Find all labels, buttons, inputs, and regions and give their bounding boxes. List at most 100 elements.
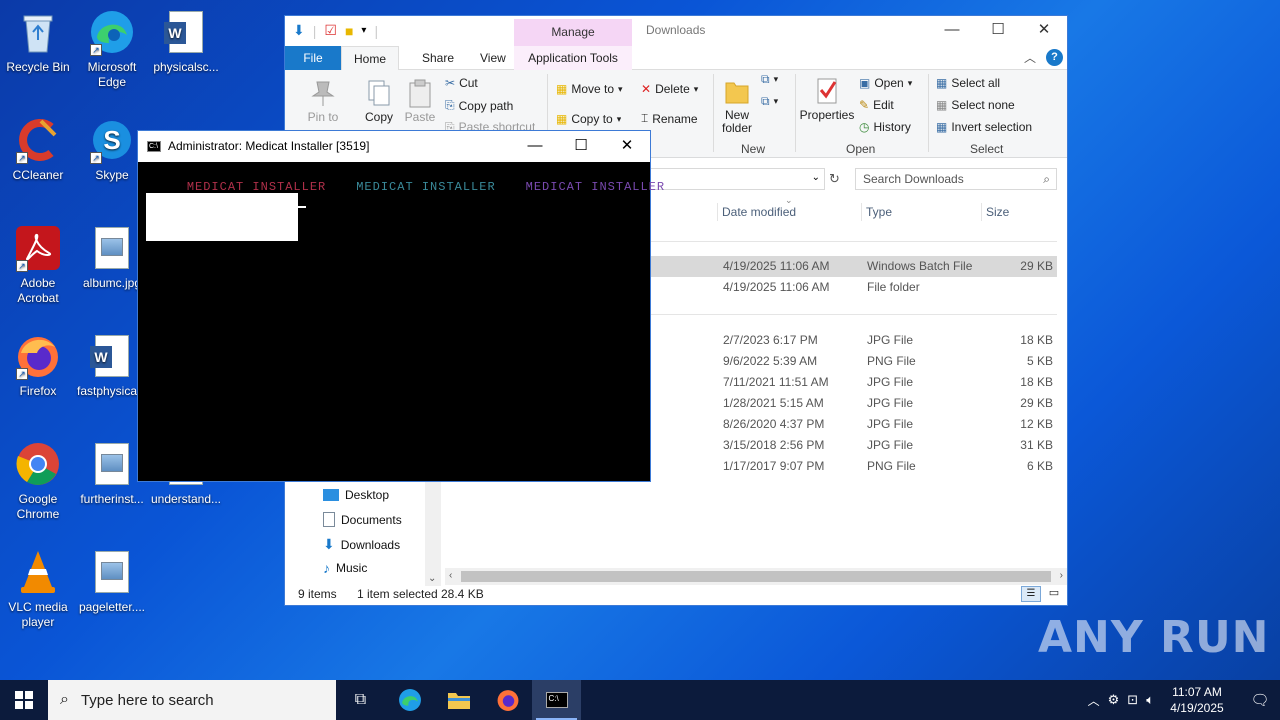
desktop-icon-vlc[interactable]: VLC media player	[0, 548, 76, 630]
desktop-icon-ccleaner[interactable]: ↗ CCleaner	[0, 116, 76, 183]
search-input[interactable]: Search Downloads ⌕	[855, 168, 1057, 190]
close-button[interactable]: ✕	[1021, 16, 1067, 46]
minimize-button[interactable]: —	[929, 16, 975, 46]
nav-item-music[interactable]: ♪ Music	[323, 560, 367, 576]
file-row[interactable]: 4/19/2025 11:06 AM File folder	[651, 277, 1057, 298]
rename-button[interactable]: ⌶ Rename	[641, 111, 698, 126]
taskbar-edge[interactable]	[385, 680, 434, 720]
copy-path-button[interactable]: ⎘ Copy path	[445, 98, 513, 113]
desktop-icon-firefox[interactable]: ↗ Firefox	[0, 332, 76, 399]
file-row[interactable]: 1/17/2017 9:07 PM PNG File 6 KB	[651, 456, 1057, 477]
copy-to-button[interactable]: ▦ Copy to ▾	[556, 111, 621, 127]
details-view-icon[interactable]: ☰	[1021, 586, 1041, 602]
desktop-icon-label: Adobe Acrobat	[17, 276, 59, 305]
select-all-button[interactable]: ▦ Select all	[936, 76, 1000, 90]
large-icons-view-icon[interactable]: ▭	[1045, 586, 1063, 602]
invert-selection-button[interactable]: ▦ Invert selection	[936, 120, 1032, 134]
qat-dropdown-icon[interactable]: ▾	[361, 25, 366, 36]
scroll-left-icon[interactable]: ‹	[449, 570, 452, 581]
nav-item-downloads[interactable]: ⬇ Downloads	[323, 536, 400, 553]
properties-check-icon[interactable]: ☑	[324, 22, 337, 39]
history-button[interactable]: ◷ History	[859, 120, 911, 134]
taskbar-search[interactable]: ⌕ Type here to search	[48, 680, 336, 720]
image-file-icon	[88, 548, 136, 596]
new-folder-icon	[723, 76, 751, 106]
file-row[interactable]: 7/11/2021 11:51 AM JPG File 18 KB	[651, 372, 1057, 393]
pin-quick-access-button[interactable]: Pin to Quick access	[291, 78, 355, 124]
download-arrow-icon[interactable]: ⬇	[293, 22, 305, 39]
volume-icon[interactable]: 🔈︎	[1146, 692, 1154, 708]
column-type[interactable]: Type	[861, 203, 979, 221]
cmd-maximize-button[interactable]: ☐	[558, 131, 604, 162]
manage-tab[interactable]: Manage	[514, 19, 632, 46]
nav-item-desktop[interactable]: Desktop	[323, 488, 389, 502]
start-button[interactable]	[0, 680, 48, 720]
tab-home[interactable]: Home	[341, 46, 400, 70]
new-folder-icon[interactable]: ■	[345, 23, 353, 39]
properties-button[interactable]: Properties	[799, 76, 855, 122]
address-bar[interactable]: ⌄	[650, 168, 825, 190]
file-row[interactable]: 4/19/2025 11:06 AM Windows Batch File 29…	[651, 256, 1057, 277]
taskbar-firefox[interactable]	[483, 680, 532, 720]
collapse-ribbon-icon[interactable]: ︿	[1024, 49, 1036, 66]
tab-application-tools[interactable]: Application Tools	[514, 46, 632, 70]
clock[interactable]: 11:07 AM 4/19/2025	[1162, 684, 1232, 716]
notification-icon[interactable]: 🗨︎	[1240, 691, 1280, 709]
easy-access-button[interactable]: ⧉ ▾	[761, 94, 778, 109]
maximize-button[interactable]: ☐	[975, 16, 1021, 46]
select-none-icon: ▦	[936, 98, 948, 112]
file-row[interactable]: 9/6/2022 5:39 AM PNG File 5 KB	[651, 351, 1057, 372]
ribbon-tabs: File Home Share View Application Tools ︿…	[285, 46, 1067, 70]
column-size[interactable]: Size	[981, 203, 1061, 221]
delete-button[interactable]: ✕ Delete ▾	[641, 82, 698, 96]
copy-button[interactable]: Copy	[359, 78, 399, 124]
music-note-icon: ♪	[323, 560, 330, 576]
file-row[interactable]: 2/7/2023 6:17 PM JPG File 18 KB	[651, 330, 1057, 351]
scrollbar-thumb[interactable]	[461, 571, 1051, 582]
desktop-icon-physicalsc[interactable]: W physicalsc...	[148, 8, 224, 75]
desktop-icon-edge[interactable]: ↗ Microsoft Edge	[74, 8, 150, 90]
file-row[interactable]: 3/15/2018 2:56 PM JPG File 31 KB	[651, 435, 1057, 456]
desktop-icon-chrome[interactable]: Google Chrome	[0, 440, 76, 522]
nav-item-documents[interactable]: Documents	[323, 512, 402, 527]
file-row[interactable]: 8/26/2020 4:37 PM JPG File 12 KB	[651, 414, 1057, 435]
file-row[interactable]: 1/28/2021 5:15 AM JPG File 29 KB	[651, 393, 1057, 414]
cut-button[interactable]: ✂ Cut	[445, 76, 478, 90]
taskbar-file-explorer[interactable]	[434, 680, 483, 720]
cmd-titlebar[interactable]: C:\ Administrator: Medicat Installer [35…	[138, 131, 650, 162]
svg-text:S: S	[103, 125, 120, 155]
edit-button[interactable]: ✎ Edit	[859, 98, 894, 112]
explorer-titlebar[interactable]: ⬇ | ☑ ■ ▾ | Manage Downloads — ☐ ✕	[285, 16, 1067, 46]
select-all-icon: ▦	[936, 76, 948, 90]
open-button[interactable]: ▣ Open ▾	[859, 76, 912, 90]
desktop-icon-recycle-bin[interactable]: Recycle Bin	[0, 8, 76, 75]
desktop-icon-pageletter[interactable]: pageletter....	[74, 548, 150, 615]
vlc-icon	[14, 548, 62, 596]
new-folder-button[interactable]: New folder	[717, 76, 757, 135]
desktop-folder-icon	[323, 489, 339, 501]
cmd-minimize-button[interactable]: —	[512, 131, 558, 162]
cmd-close-button[interactable]: ✕	[604, 131, 650, 162]
help-icon[interactable]: ?	[1046, 49, 1063, 66]
task-view-button[interactable]: ⧉	[336, 680, 385, 720]
cmd-window[interactable]: C:\ Administrator: Medicat Installer [35…	[137, 130, 664, 482]
tab-share[interactable]: Share	[410, 46, 466, 70]
select-none-button[interactable]: ▦ Select none	[936, 98, 1015, 112]
paste-button[interactable]: Paste	[402, 78, 438, 124]
move-to-button[interactable]: ▦ Move to ▾	[556, 82, 623, 96]
image-file-icon	[88, 224, 136, 272]
tray-chevron-icon[interactable]: ︿	[1088, 692, 1100, 709]
image-file-icon	[88, 440, 136, 488]
desktop-icon-acrobat[interactable]: ↗ Adobe Acrobat	[0, 224, 76, 306]
tray-app-icon[interactable]: ⚙	[1108, 692, 1120, 708]
new-item-button[interactable]: ⧉ ▾	[761, 72, 778, 87]
banner-text: MEDICAT INSTALLER	[356, 180, 496, 194]
tab-file[interactable]: File	[285, 46, 341, 70]
network-icon[interactable]: ⊡	[1127, 692, 1138, 708]
tab-view[interactable]: View	[468, 46, 518, 70]
refresh-icon[interactable]: ↻	[829, 171, 840, 187]
nav-scrollbar[interactable]: ⌄	[425, 482, 441, 586]
scroll-right-icon[interactable]: ›	[1060, 570, 1063, 581]
address-dropdown-icon[interactable]: ⌄	[812, 172, 820, 183]
taskbar-cmd[interactable]: C:\	[532, 680, 581, 720]
